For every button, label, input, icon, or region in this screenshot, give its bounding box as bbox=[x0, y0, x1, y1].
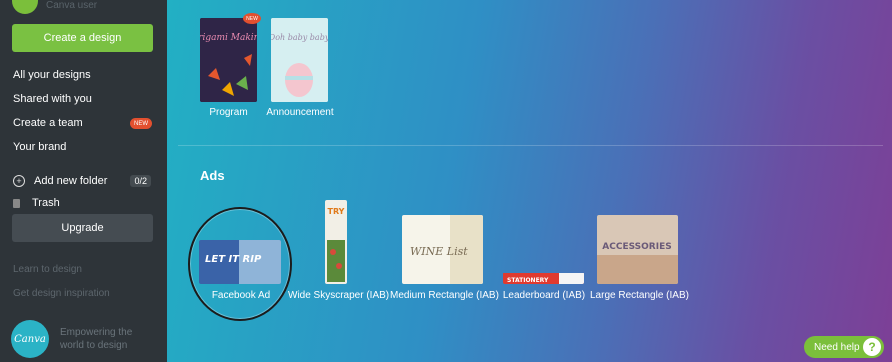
tagline: Empowering the world to design bbox=[60, 327, 133, 351]
question-icon: ? bbox=[863, 338, 881, 356]
skyscraper-art-text: TRY bbox=[328, 207, 345, 216]
plus-circle-icon: + bbox=[13, 175, 25, 187]
skyscraper-art: TRY bbox=[325, 200, 347, 284]
ad-caption-leaderboard[interactable]: Leaderboard (IAB) bbox=[502, 290, 586, 301]
trash-label: Trash bbox=[32, 197, 60, 209]
trash-icon bbox=[13, 198, 20, 208]
large-rectangle-art-text: ACCESSORIES bbox=[602, 242, 671, 252]
medium-rectangle-art: WINE List bbox=[402, 215, 483, 284]
medium-rectangle-art-text: WINE List bbox=[410, 245, 468, 258]
ad-caption-large-rectangle[interactable]: Large Rectangle (IAB) bbox=[590, 290, 689, 301]
canva-logo[interactable]: Canva bbox=[11, 320, 49, 358]
leaderboard-art: STATIONERY bbox=[503, 273, 584, 284]
sidebar-item-brand[interactable]: Your brand bbox=[13, 141, 66, 153]
highlight-circle bbox=[188, 207, 292, 321]
add-folder-label: Add new folder bbox=[34, 175, 108, 187]
announcement-art-title: Ooh baby baby bbox=[271, 33, 328, 42]
template-thumb-announcement[interactable]: Ooh baby baby bbox=[271, 18, 328, 102]
ads-section-title: Ads bbox=[200, 168, 225, 183]
new-badge: NEW bbox=[243, 13, 261, 24]
ad-caption-medium-rectangle[interactable]: Medium Rectangle (IAB) bbox=[390, 290, 499, 301]
account-name[interactable]: Canva user bbox=[46, 0, 97, 11]
sidebar-item-all-designs[interactable]: All your designs bbox=[13, 69, 91, 81]
program-art-title: Origami Making bbox=[200, 33, 257, 43]
app-window: Canva user Create a design All your desi… bbox=[0, 0, 892, 362]
ad-thumb-large-rectangle[interactable]: ACCESSORIES bbox=[597, 215, 678, 284]
folder-count-badge: 0/2 bbox=[130, 175, 151, 187]
sidebar-item-trash[interactable]: Trash bbox=[13, 197, 60, 209]
template-thumb-program[interactable]: Origami Making bbox=[200, 18, 257, 102]
learn-link[interactable]: Learn to design bbox=[13, 264, 82, 275]
sidebar-item-create-team[interactable]: Create a team bbox=[13, 117, 83, 129]
large-rectangle-art: ACCESSORIES bbox=[597, 215, 678, 284]
announcement-art: Ooh baby baby bbox=[271, 18, 328, 102]
sidebar: Canva user Create a design All your desi… bbox=[0, 0, 167, 362]
ad-thumb-leaderboard[interactable]: STATIONERY bbox=[503, 272, 584, 284]
ad-caption-skyscraper[interactable]: Wide Skyscraper (IAB) bbox=[288, 290, 389, 301]
new-badge: NEW bbox=[130, 118, 152, 129]
sidebar-item-shared[interactable]: Shared with you bbox=[13, 93, 92, 105]
template-caption-program[interactable]: Program bbox=[200, 107, 257, 118]
section-divider bbox=[178, 145, 883, 146]
need-help-label: Need help bbox=[814, 341, 860, 353]
ad-caption-facebook[interactable]: Facebook Ad bbox=[203, 290, 279, 301]
ad-thumb-skyscraper[interactable]: TRY bbox=[325, 200, 347, 284]
add-folder-item[interactable]: + Add new folder 0/2 bbox=[13, 175, 153, 187]
program-art: Origami Making bbox=[200, 18, 257, 102]
need-help-button[interactable]: Need help ? bbox=[804, 336, 884, 358]
avatar[interactable] bbox=[12, 0, 38, 14]
upgrade-button[interactable]: Upgrade bbox=[12, 214, 153, 242]
leaderboard-art-text: STATIONERY bbox=[507, 277, 549, 284]
ad-thumb-medium-rectangle[interactable]: WINE List bbox=[402, 215, 483, 284]
template-caption-announcement[interactable]: Announcement bbox=[264, 107, 336, 118]
inspiration-link[interactable]: Get design inspiration bbox=[13, 288, 110, 299]
create-design-button[interactable]: Create a design bbox=[12, 24, 153, 52]
